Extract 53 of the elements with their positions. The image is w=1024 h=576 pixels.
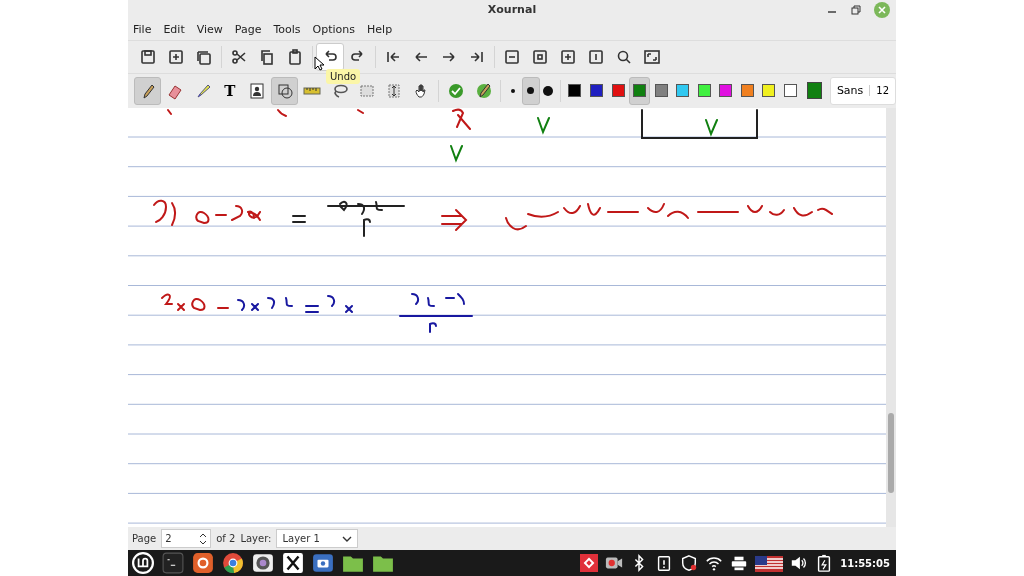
tool-button[interactable] xyxy=(271,76,299,105)
window-title: Xournal xyxy=(487,3,537,17)
menu-item[interactable]: Edit xyxy=(163,23,185,37)
tool-button[interactable]: T xyxy=(216,76,244,105)
zoom-reset-icon xyxy=(587,47,605,66)
webcam-icon[interactable] xyxy=(252,552,274,575)
pen-width-button[interactable] xyxy=(521,76,540,105)
menu-item[interactable]: Help xyxy=(367,23,393,37)
terminal-icon[interactable] xyxy=(162,552,184,575)
restore-icon[interactable] xyxy=(850,4,862,16)
x-letter-icon[interactable] xyxy=(282,552,304,575)
chevron-down-icon xyxy=(342,535,353,542)
current-color-swatch[interactable] xyxy=(807,82,822,100)
copy-icon xyxy=(258,47,276,66)
page-label: Page xyxy=(132,533,157,545)
chrome-icon[interactable] xyxy=(222,552,244,575)
font-button[interactable]: Sans 12 xyxy=(829,76,897,105)
menu-item[interactable]: View xyxy=(196,23,223,37)
shape-icon xyxy=(275,81,294,100)
cursor-icon xyxy=(314,55,324,71)
layer-label: Layer: xyxy=(240,533,272,545)
save-icon xyxy=(139,47,157,66)
zoom-in-icon xyxy=(559,47,577,66)
menu-item[interactable]: File xyxy=(133,23,152,37)
scissors-icon xyxy=(230,47,248,66)
dot-icon xyxy=(527,87,535,95)
dot-icon xyxy=(543,85,554,96)
zoom-out-icon xyxy=(503,47,521,66)
page-count: of 2 xyxy=(216,533,236,545)
pencil-circle-icon xyxy=(474,81,493,100)
spinner-arrows-icon xyxy=(199,531,208,546)
camera-icon[interactable] xyxy=(312,552,334,575)
zoom-fit-icon xyxy=(531,47,549,66)
image-icon xyxy=(248,81,267,100)
layer-dropdown[interactable]: Layer 1 xyxy=(276,529,359,549)
add-page-icon xyxy=(167,47,185,66)
menu-item[interactable]: Page xyxy=(234,23,262,37)
color-button[interactable] xyxy=(628,76,651,105)
page-number-field[interactable]: 2 xyxy=(161,529,212,549)
scrollbar[interactable] xyxy=(886,108,896,528)
clipboard-icon xyxy=(286,47,304,66)
tool-button[interactable] xyxy=(134,76,162,105)
shield-icon[interactable] xyxy=(680,553,699,574)
checkmark-circle-icon xyxy=(447,81,466,100)
tooltip: Undo xyxy=(326,68,361,84)
clock: 11:55:05 xyxy=(840,557,890,569)
mint-logo-icon[interactable] xyxy=(132,552,154,575)
browser-icon[interactable] xyxy=(192,552,214,575)
menu-item[interactable]: Options xyxy=(312,23,356,37)
flag-icon[interactable] xyxy=(755,553,784,574)
menu-item[interactable]: Tools xyxy=(273,23,301,37)
dot-icon xyxy=(511,88,516,93)
fullscreen-icon xyxy=(643,47,661,66)
